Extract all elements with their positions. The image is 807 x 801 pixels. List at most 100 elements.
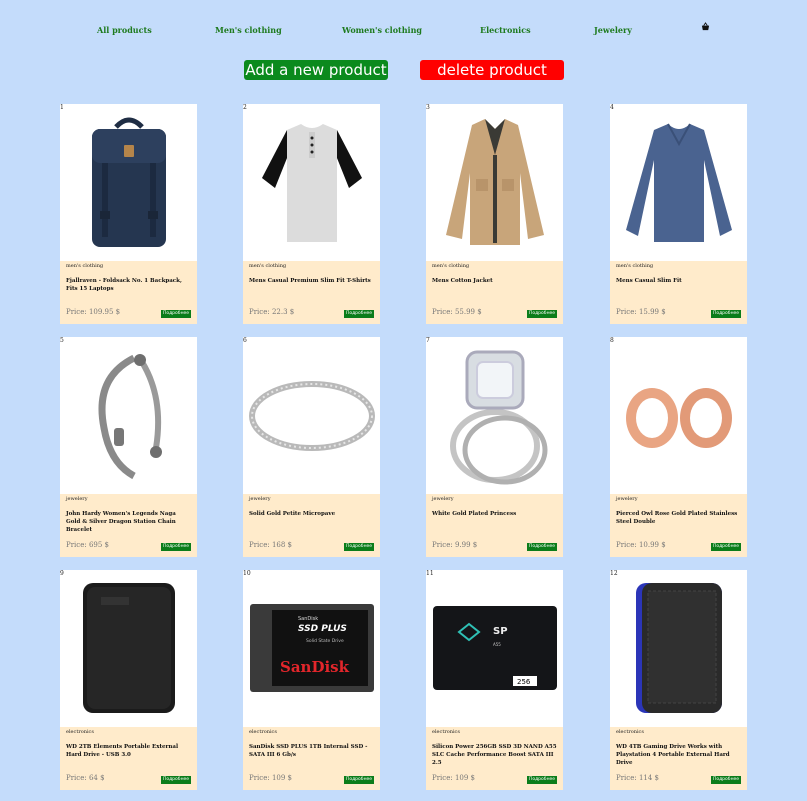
- product-price: Price: 10.99 $: [616, 541, 666, 549]
- details-button[interactable]: Подробнее: [527, 543, 557, 551]
- product-image[interactable]: [610, 570, 747, 727]
- product-info: men's clothing Fjallraven - Foldsack No.…: [60, 261, 197, 324]
- product-category: men's clothing: [66, 263, 104, 269]
- product-category: men's clothing: [616, 263, 654, 269]
- product-title: Solid Gold Petite Micropave: [249, 511, 336, 517]
- diamond-ring-image: [449, 350, 547, 484]
- svg-text:256: 256: [517, 678, 531, 686]
- product-title: WD 2TB Elements Portable External Hard D…: [66, 744, 179, 758]
- nav-jewelery[interactable]: Jewelery: [594, 25, 632, 35]
- product-category: jewelery: [432, 496, 454, 502]
- product-info: men's clothing Mens Casual Premium Slim …: [243, 261, 380, 324]
- add-product-button[interactable]: Add a new product: [244, 60, 388, 80]
- product-price: Price: 55.99 $: [432, 308, 482, 316]
- ssd-image: SanDisk SSD PLUS Solid State Drive SanDi…: [249, 603, 374, 692]
- shopping-basket-icon[interactable]: [701, 22, 710, 34]
- product-title: Pierced Owl Rose Gold Plated Stainless S…: [616, 511, 738, 525]
- details-button[interactable]: Подробнее: [344, 543, 374, 551]
- product-price: Price: 109 $: [432, 774, 475, 782]
- product-title: Silicon Power 256GB SSD 3D NAND A55 SLC …: [432, 744, 557, 766]
- details-button[interactable]: Подробнее: [711, 310, 741, 318]
- product-number: 7: [426, 337, 430, 344]
- product-price: Price: 22.3 $: [249, 308, 295, 316]
- product-title: Mens Cotton Jacket: [432, 278, 493, 284]
- product-category: jewelery: [66, 496, 88, 502]
- product-number: 6: [243, 337, 247, 344]
- product-number: 3: [426, 104, 430, 111]
- product-number: 12: [610, 570, 618, 577]
- product-card[interactable]: 5 jewelery John Hardy Women's Legends Na…: [60, 337, 197, 557]
- product-number: 10: [243, 570, 251, 577]
- bracelet-image: [98, 354, 162, 480]
- product-category: electronics: [432, 729, 460, 735]
- product-card[interactable]: 7 jewelery White Gold Plated Princess Pr…: [426, 337, 563, 557]
- details-button[interactable]: Подробнее: [711, 776, 741, 784]
- details-button[interactable]: Подробнее: [161, 543, 191, 551]
- product-category: jewelery: [249, 496, 271, 502]
- details-button[interactable]: Подробнее: [161, 776, 191, 784]
- product-image[interactable]: [426, 104, 563, 261]
- product-image[interactable]: [610, 337, 747, 494]
- product-image[interactable]: [610, 104, 747, 261]
- product-price: Price: 9.99 $: [432, 541, 478, 549]
- product-card[interactable]: SanDisk SSD PLUS Solid State Drive SanDi…: [243, 570, 380, 790]
- product-info: electronics WD 4TB Gaming Drive Works wi…: [610, 727, 747, 790]
- product-card[interactable]: 4 men's clothing Mens Casual Slim Fit Pr…: [610, 104, 747, 324]
- product-title: Mens Casual Slim Fit: [616, 278, 682, 284]
- product-card[interactable]: SP A55 256 11 electronics Silicon Power …: [426, 570, 563, 790]
- product-category: electronics: [66, 729, 94, 735]
- nav-womens-clothing[interactable]: Women's clothing: [342, 25, 422, 35]
- product-info: electronics WD 2TB Elements Portable Ext…: [60, 727, 197, 790]
- product-info: electronics Silicon Power 256GB SSD 3D N…: [426, 727, 563, 790]
- product-image[interactable]: [60, 104, 197, 261]
- product-category: men's clothing: [432, 263, 470, 269]
- product-number: 4: [610, 104, 614, 111]
- delete-product-button[interactable]: delete product: [420, 60, 564, 80]
- product-price: Price: 114 $: [616, 774, 659, 782]
- details-button[interactable]: Подробнее: [161, 310, 191, 318]
- product-price: Price: 109.95 $: [66, 308, 121, 316]
- svg-text:SanDisk: SanDisk: [280, 658, 350, 676]
- product-image[interactable]: [426, 337, 563, 494]
- product-category: men's clothing: [249, 263, 287, 269]
- product-card[interactable]: 2 men's clothing Mens Casual Premium Sli…: [243, 104, 380, 324]
- product-info: electronics SanDisk SSD PLUS 1TB Interna…: [243, 727, 380, 790]
- ring-image: [248, 380, 375, 451]
- product-info: men's clothing Mens Cotton Jacket Price:…: [426, 261, 563, 324]
- nav-mens-clothing[interactable]: Men's clothing: [215, 25, 282, 35]
- product-info: jewelery Pierced Owl Rose Gold Plated St…: [610, 494, 747, 557]
- product-card[interactable]: 8 jewelery Pierced Owl Rose Gold Plated …: [610, 337, 747, 557]
- ssd-image: SP A55 256: [432, 605, 557, 690]
- product-title: John Hardy Women's Legends Naga Gold & S…: [66, 511, 176, 533]
- top-nav: All products Men's clothing Women's clot…: [0, 22, 807, 40]
- product-card[interactable]: 3 men's clothing Mens Cotton Jacket Pric…: [426, 104, 563, 324]
- details-button[interactable]: Подробнее: [527, 776, 557, 784]
- product-image[interactable]: [60, 570, 197, 727]
- product-image[interactable]: [243, 337, 380, 494]
- nav-all-products[interactable]: All products: [97, 25, 152, 35]
- product-card[interactable]: 9 electronics WD 2TB Elements Portable E…: [60, 570, 197, 790]
- details-button[interactable]: Подробнее: [344, 776, 374, 784]
- product-image[interactable]: [60, 337, 197, 494]
- product-image[interactable]: SanDisk SSD PLUS Solid State Drive SanDi…: [243, 570, 380, 727]
- product-card[interactable]: 1 men's clothing Fjallraven - Foldsack N…: [60, 104, 197, 324]
- svg-text:A55: A55: [493, 642, 501, 647]
- details-button[interactable]: Подробнее: [344, 310, 374, 318]
- details-button[interactable]: Подробнее: [527, 310, 557, 318]
- product-price: Price: 695 $: [66, 541, 109, 549]
- product-price: Price: 168 $: [249, 541, 292, 549]
- jacket-image: [445, 119, 544, 245]
- product-category: jewelery: [616, 496, 638, 502]
- nav-electronics[interactable]: Electronics: [480, 25, 531, 35]
- product-category: electronics: [616, 729, 644, 735]
- product-number: 11: [426, 570, 434, 577]
- product-card[interactable]: 6 jewelery Solid Gold Petite Micropave P…: [243, 337, 380, 557]
- product-card[interactable]: 12 electronics WD 4TB Gaming Drive Works…: [610, 570, 747, 790]
- product-image[interactable]: SP A55 256: [426, 570, 563, 727]
- details-button[interactable]: Подробнее: [711, 543, 741, 551]
- product-number: 1: [60, 104, 64, 111]
- product-image[interactable]: [243, 104, 380, 261]
- svg-text:SP: SP: [493, 626, 508, 637]
- product-title: SanDisk SSD PLUS 1TB Internal SSD - SATA…: [249, 744, 368, 758]
- product-price: Price: 15.99 $: [616, 308, 666, 316]
